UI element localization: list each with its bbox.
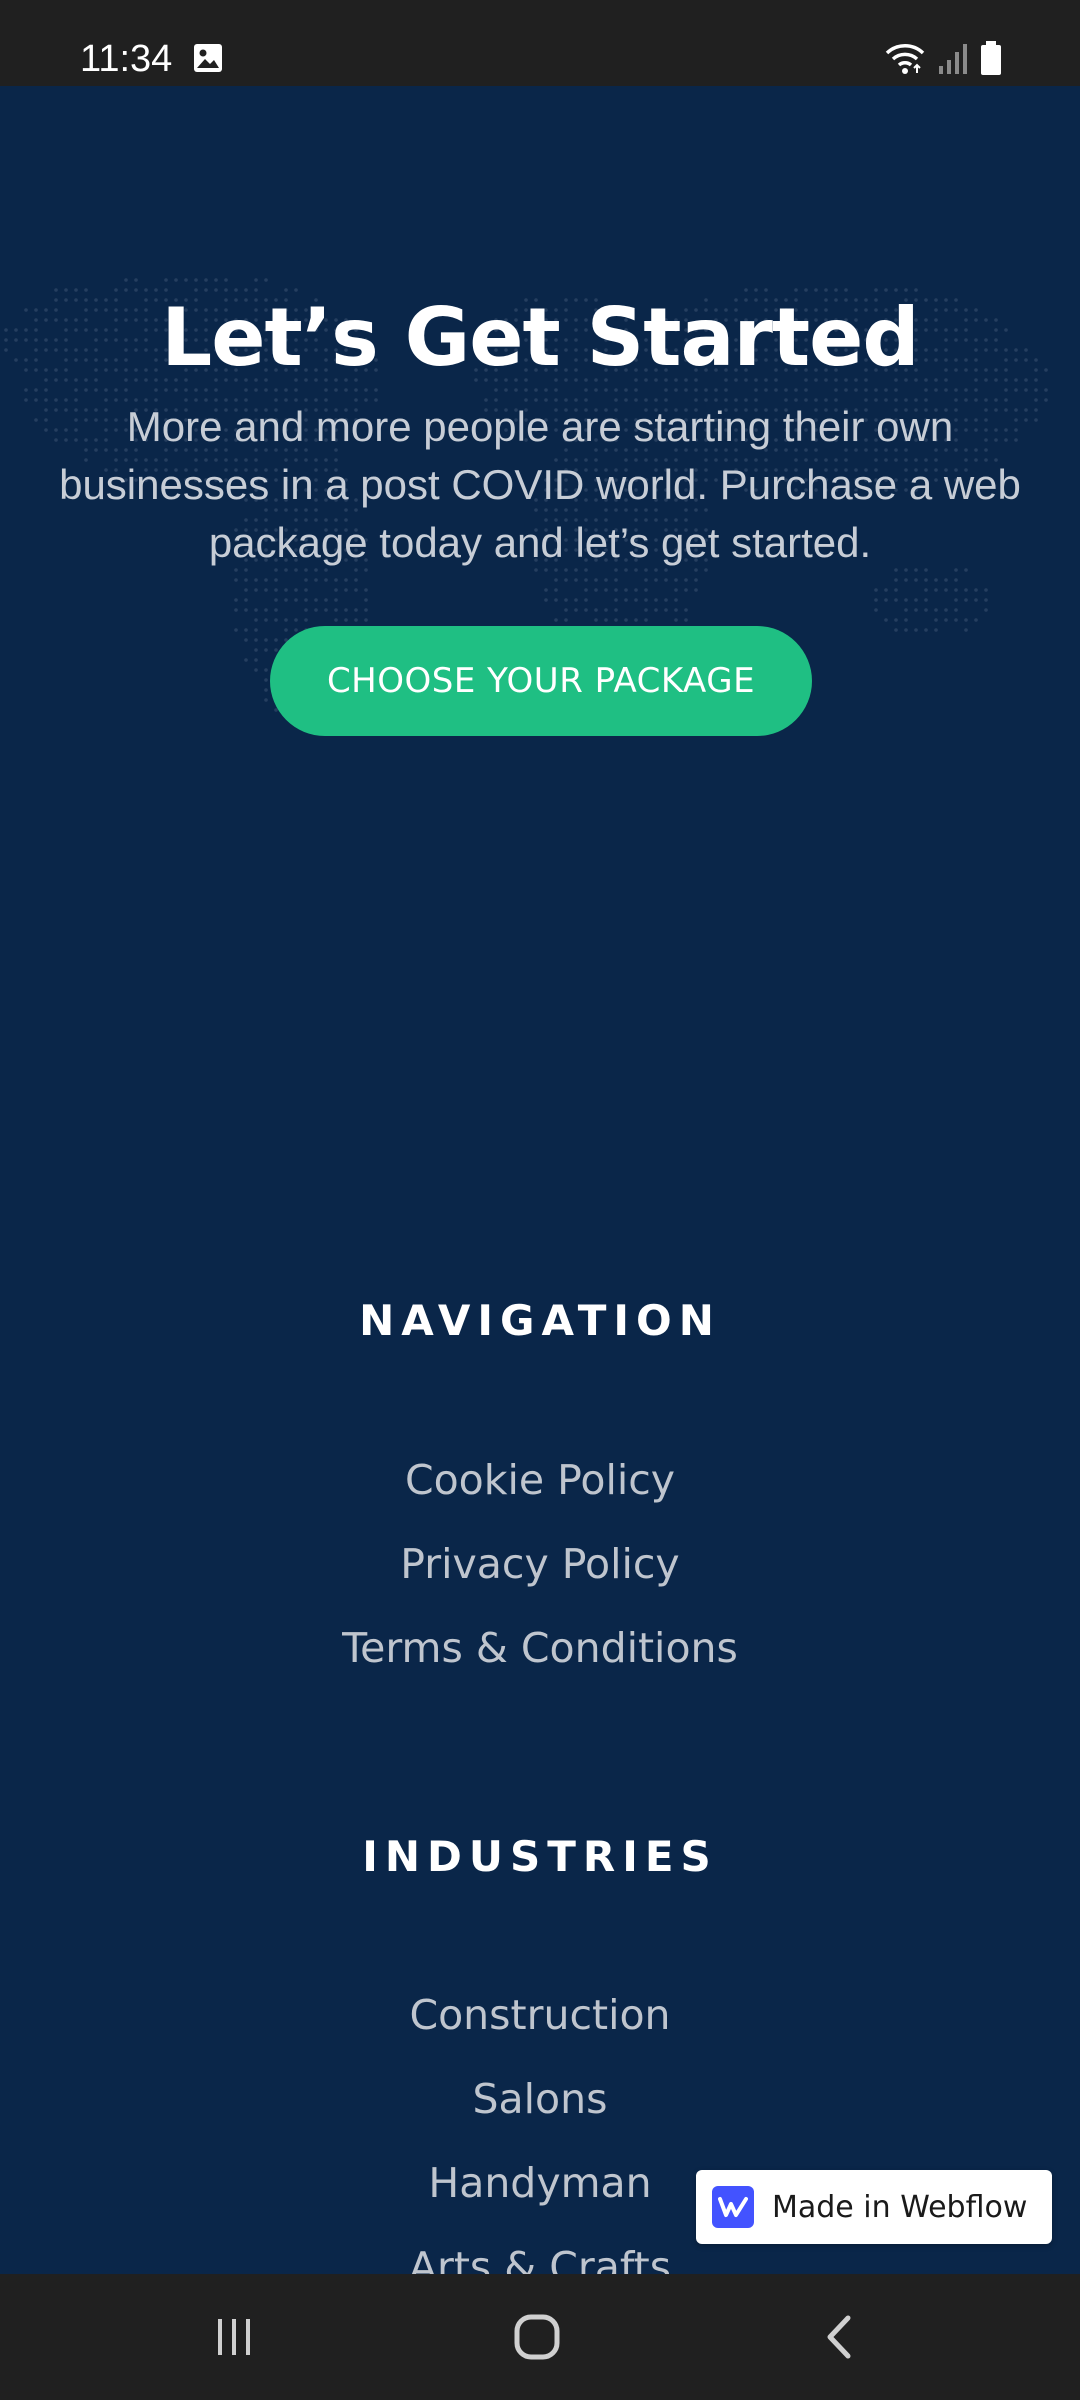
gallery-icon — [194, 44, 222, 72]
screen: 11:34 Let’s Get Started More and more pe… — [0, 0, 1080, 2400]
hero-description: More and more people are starting their … — [20, 398, 1060, 572]
hero-description-line: businesses in a post COVID world. Purcha… — [59, 461, 1021, 508]
home-button[interactable] — [467, 2274, 607, 2400]
back-icon — [827, 2315, 851, 2359]
industries-links: Construction Salons Handyman Arts & Craf… — [0, 1973, 1080, 2309]
system-nav-bar — [0, 2274, 1080, 2400]
terms-conditions-link[interactable]: Terms & Conditions — [0, 1606, 1080, 1690]
hero-description-line: More and more people are starting their … — [126, 403, 954, 450]
wifi-icon — [885, 44, 925, 74]
choose-package-button[interactable]: CHOOSE YOUR PACKAGE — [270, 626, 812, 736]
home-icon — [514, 2314, 560, 2360]
hero-description-line: package today and let’s get started. — [208, 519, 872, 566]
hero-title: Let’s Get Started — [161, 291, 919, 384]
recents-icon — [218, 2319, 250, 2355]
construction-link[interactable]: Construction — [0, 1973, 1080, 2057]
made-in-webflow-badge[interactable]: Made in Webflow — [696, 2170, 1052, 2244]
salons-link[interactable]: Salons — [0, 2057, 1080, 2141]
status-icons — [884, 40, 1002, 76]
signal-icon — [939, 44, 967, 74]
navigation-heading: NAVIGATION — [359, 1296, 721, 1345]
status-time: 11:34 — [80, 38, 173, 80]
battery-icon — [981, 41, 1001, 75]
webflow-badge-label: Made in Webflow — [772, 2189, 1028, 2225]
cookie-policy-link[interactable]: Cookie Policy — [0, 1438, 1080, 1522]
status-bar: 11:34 — [0, 0, 1080, 86]
navigation-links: Cookie Policy Privacy Policy Terms & Con… — [0, 1438, 1080, 1690]
back-button[interactable] — [770, 2274, 910, 2400]
industries-heading: INDUSTRIES — [362, 1832, 718, 1881]
privacy-policy-link[interactable]: Privacy Policy — [0, 1522, 1080, 1606]
recents-button[interactable] — [164, 2274, 304, 2400]
webflow-w-icon — [718, 2197, 748, 2217]
webflow-logo-icon — [712, 2186, 754, 2228]
